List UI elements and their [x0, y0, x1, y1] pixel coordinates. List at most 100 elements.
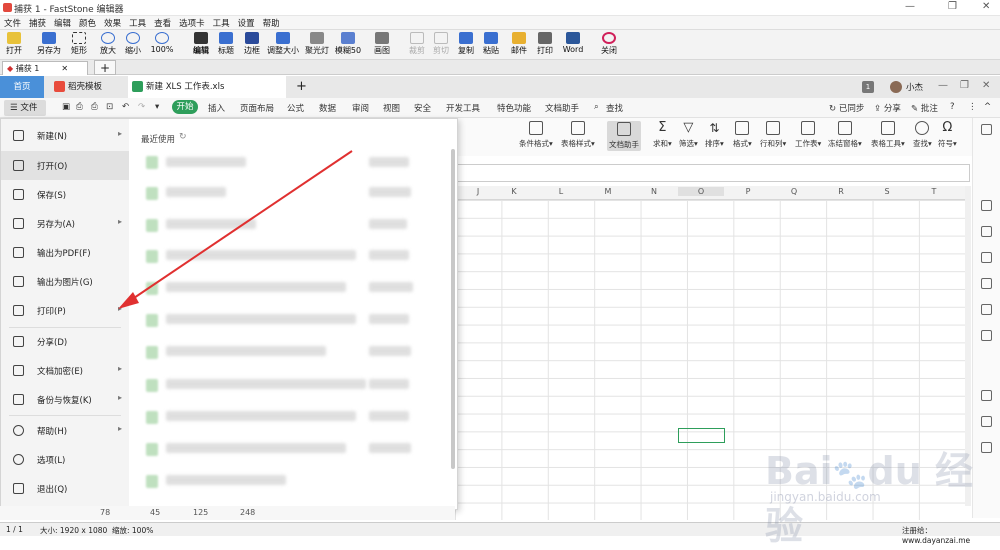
- sync-status[interactable]: ↻ 已同步: [829, 102, 864, 114]
- recent-file-item[interactable]: [166, 187, 226, 197]
- sort-button[interactable]: ⇅ 排序▾: [705, 121, 724, 149]
- col-r[interactable]: R: [818, 187, 864, 196]
- menu-item-share[interactable]: 分享(D): [1, 327, 129, 356]
- sidebar-select-icon[interactable]: [981, 200, 992, 211]
- menu-tabs[interactable]: 选项卡: [175, 16, 209, 30]
- print-preview-icon[interactable]: ⊡: [106, 102, 113, 112]
- spotlight-button[interactable]: 聚光灯: [304, 30, 330, 60]
- menu-item-save-as[interactable]: 另存为(A) ▸: [1, 209, 129, 238]
- share-button[interactable]: ⇪ 分享: [874, 102, 901, 114]
- tab-docer-template[interactable]: 稻壳模板: [50, 76, 126, 98]
- menu-item-export-image[interactable]: 输出为图片(G): [1, 267, 129, 296]
- menu-tools[interactable]: 工具: [125, 16, 150, 30]
- export-pdf-icon[interactable]: ⎙: [76, 102, 83, 112]
- recent-scrollbar[interactable]: [451, 149, 455, 469]
- tab-formula[interactable]: 公式: [287, 102, 304, 114]
- recent-file-item[interactable]: [166, 282, 346, 292]
- email-button[interactable]: 邮件: [508, 30, 530, 60]
- cell-value[interactable]: 248: [240, 508, 255, 517]
- collapse-ribbon-icon[interactable]: ^: [984, 102, 991, 112]
- col-p[interactable]: P: [725, 187, 771, 196]
- undo-icon[interactable]: ↶: [122, 102, 129, 112]
- recent-file-item[interactable]: [166, 379, 366, 389]
- worksheet-button[interactable]: 工作表▾: [795, 121, 821, 149]
- freeze-pane-button[interactable]: 冻结窗格▾: [828, 121, 862, 149]
- blur-button[interactable]: 模糊50: [333, 30, 363, 60]
- minimize-icon[interactable]: —: [938, 80, 948, 91]
- tab-insert[interactable]: 插入: [208, 102, 225, 114]
- border-button[interactable]: 边框: [241, 30, 263, 60]
- recent-file-item[interactable]: [166, 219, 256, 229]
- tab-features[interactable]: 特色功能: [497, 102, 531, 114]
- comment-button[interactable]: ✎ 批注: [911, 102, 938, 114]
- col-n[interactable]: N: [631, 187, 677, 196]
- tab-page-layout[interactable]: 页面布局: [240, 102, 274, 114]
- recent-file-item[interactable]: [166, 250, 356, 260]
- close-icon[interactable]: ✕: [982, 1, 990, 12]
- menu-item-print[interactable]: 打印(P) ▸: [1, 296, 129, 325]
- cut-button[interactable]: 剪切: [430, 30, 452, 60]
- avatar[interactable]: [890, 81, 902, 93]
- col-s[interactable]: S: [864, 187, 910, 196]
- tab-close-icon[interactable]: ✕: [61, 64, 68, 73]
- search-label[interactable]: 查找: [606, 102, 623, 114]
- menu-item-options[interactable]: 选项(L): [1, 445, 129, 474]
- minimize-icon[interactable]: —: [905, 1, 915, 12]
- save-as-button[interactable]: 另存为: [34, 30, 64, 60]
- col-m[interactable]: M: [585, 187, 631, 196]
- zoom-in-button[interactable]: 放大: [97, 30, 119, 60]
- menu-item-exit[interactable]: 退出(Q): [1, 474, 129, 503]
- menu-view[interactable]: 查看: [150, 16, 175, 30]
- menu-item-save[interactable]: 保存(S): [1, 180, 129, 209]
- cell-value[interactable]: 125: [193, 508, 208, 517]
- tab-developer[interactable]: 开发工具: [446, 102, 480, 114]
- recent-file-item[interactable]: [166, 346, 326, 356]
- close-icon[interactable]: ✕: [982, 80, 990, 91]
- new-doc-tab-icon[interactable]: +: [292, 76, 307, 98]
- symbol-button[interactable]: Ω 符号▾: [938, 121, 957, 149]
- menu-capture[interactable]: 捕获: [25, 16, 50, 30]
- word-button[interactable]: Word: [560, 30, 586, 60]
- capture-tab[interactable]: ◆ 捕获 1 ✕: [2, 61, 88, 75]
- col-k[interactable]: K: [491, 187, 537, 196]
- menu-item-backup[interactable]: 备份与恢复(K) ▸: [1, 385, 129, 414]
- sidebar-help-icon[interactable]: [981, 416, 992, 427]
- sidebar-table-icon[interactable]: [981, 304, 992, 315]
- cell-value[interactable]: 45: [150, 508, 160, 517]
- search-icon[interactable]: ⌕: [594, 102, 599, 112]
- filter-button[interactable]: ▽ 筛选▾: [679, 121, 698, 149]
- recent-file-item[interactable]: [166, 475, 286, 485]
- rectangle-button[interactable]: 矩形: [68, 30, 90, 60]
- menu-item-new[interactable]: 新建(N) ▸: [1, 121, 129, 150]
- more-icon[interactable]: ⋮: [968, 102, 977, 112]
- save-icon[interactable]: ▣: [62, 102, 70, 112]
- recent-file-item[interactable]: [166, 443, 346, 453]
- selected-cell[interactable]: [678, 428, 725, 443]
- menu-item-open[interactable]: 打开(O): [1, 151, 129, 180]
- new-tab-icon[interactable]: +: [94, 60, 116, 75]
- menu-item-encrypt[interactable]: 文档加密(E) ▸: [1, 356, 129, 385]
- open-button[interactable]: 打开: [3, 30, 25, 60]
- resize-button[interactable]: 调整大小: [266, 30, 300, 60]
- tab-view[interactable]: 视图: [383, 102, 400, 114]
- formula-bar[interactable]: [455, 164, 970, 182]
- find-button[interactable]: 查找▾: [913, 121, 932, 149]
- sidebar-doc-icon[interactable]: [981, 390, 992, 401]
- recent-file-item[interactable]: [166, 157, 246, 167]
- menu-settings[interactable]: 设置: [234, 16, 259, 30]
- tab-xls-file[interactable]: 新建 XLS 工作表.xls: [128, 76, 286, 98]
- recent-file-item[interactable]: [166, 411, 356, 421]
- help-icon[interactable]: ?: [950, 102, 955, 112]
- refresh-icon[interactable]: ↻: [179, 132, 187, 142]
- recent-file-item[interactable]: [166, 314, 356, 324]
- draw-button[interactable]: 画图: [371, 30, 393, 60]
- tab-data[interactable]: 数据: [319, 102, 336, 114]
- menu-file[interactable]: 文件: [0, 16, 25, 30]
- col-l[interactable]: L: [538, 187, 584, 196]
- print-button[interactable]: 打印: [534, 30, 556, 60]
- tab-doc-assistant[interactable]: 文档助手: [545, 102, 579, 114]
- menu-edit[interactable]: 编辑: [50, 16, 75, 30]
- tab-security[interactable]: 安全: [414, 102, 431, 114]
- window-count-icon[interactable]: 1: [862, 81, 874, 93]
- menu-effects[interactable]: 效果: [100, 16, 125, 30]
